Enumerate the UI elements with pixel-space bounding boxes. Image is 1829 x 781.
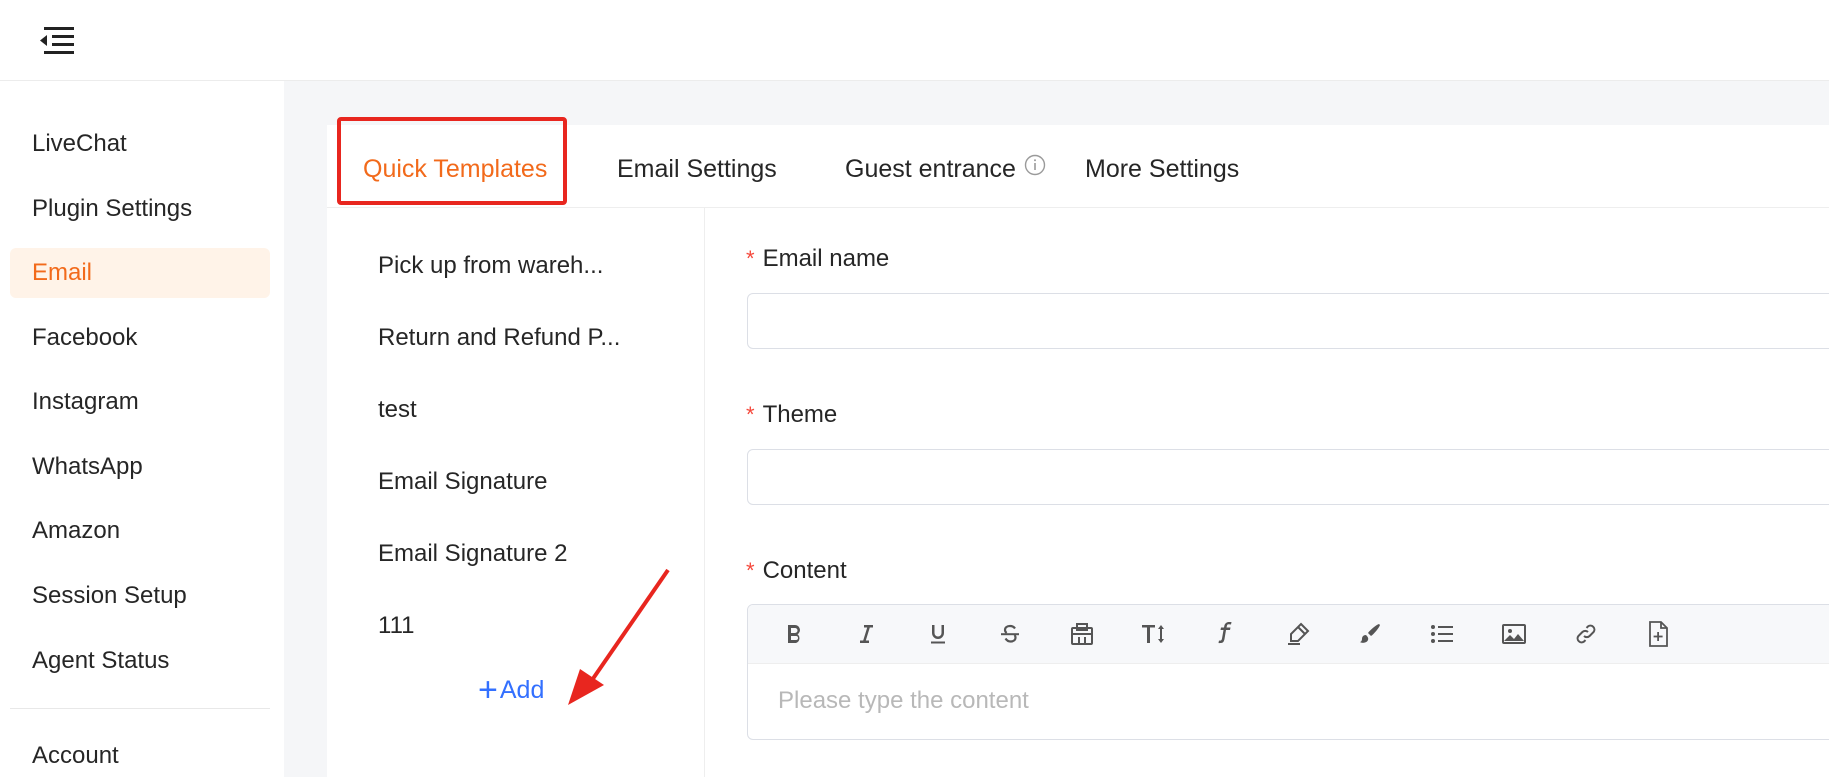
plus-icon: + xyxy=(478,671,498,709)
required-mark: * xyxy=(746,246,755,271)
menu-fold-icon[interactable] xyxy=(38,24,76,58)
sidebar-item-amazon[interactable]: Amazon xyxy=(10,506,270,556)
font-size-icon[interactable] xyxy=(1139,619,1169,649)
email-name-label: * Email name xyxy=(746,242,889,276)
sidebar-item-account[interactable]: Account xyxy=(10,731,270,781)
bullet-list-icon[interactable] xyxy=(1427,619,1457,649)
paint-format-icon[interactable] xyxy=(1067,619,1097,649)
tab-bar: Quick Templates Email Settings Guest ent… xyxy=(327,125,1829,208)
template-item[interactable]: test xyxy=(378,390,638,430)
image-icon[interactable] xyxy=(1499,619,1529,649)
email-name-input[interactable] xyxy=(747,293,1829,349)
required-mark: * xyxy=(746,402,755,427)
link-icon[interactable] xyxy=(1571,619,1601,649)
content-label: * Content xyxy=(746,554,847,588)
tab-guest-entrance[interactable]: Guest entrance xyxy=(845,149,1016,189)
tab-more-settings[interactable]: More Settings xyxy=(1085,149,1239,189)
sidebar-item-agent-status[interactable]: Agent Status xyxy=(10,636,270,686)
content-editor[interactable]: Please type the content xyxy=(747,604,1829,740)
font-family-icon[interactable] xyxy=(1211,619,1241,649)
add-template-label: Add xyxy=(499,676,545,704)
email-name-label-text: Email name xyxy=(762,245,890,272)
sidebar-item-whatsapp[interactable]: WhatsApp xyxy=(10,442,270,492)
strikethrough-icon[interactable] xyxy=(995,619,1025,649)
theme-input[interactable] xyxy=(747,449,1829,505)
template-item[interactable]: Pick up from wareh... xyxy=(378,246,638,286)
tab-email-settings[interactable]: Email Settings xyxy=(617,149,777,189)
sidebar-item-session-setup[interactable]: Session Setup xyxy=(10,571,270,621)
brush-icon[interactable] xyxy=(1355,619,1385,649)
sidebar-item-instagram[interactable]: Instagram xyxy=(10,377,270,427)
add-template-button[interactable]: + Add xyxy=(478,670,544,710)
sidebar-item-plugin-settings[interactable]: Plugin Settings xyxy=(10,184,270,234)
content-label-text: Content xyxy=(762,557,847,584)
sidebar-item-facebook[interactable]: Facebook xyxy=(10,313,270,363)
sidebar-item-email[interactable]: Email xyxy=(10,248,270,298)
template-item[interactable]: 111 xyxy=(378,606,638,646)
top-bar xyxy=(0,0,1829,81)
insert-file-icon[interactable] xyxy=(1643,619,1673,649)
editor-toolbar xyxy=(748,605,1829,664)
info-icon[interactable] xyxy=(1024,154,1046,176)
sidebar-item-livechat[interactable]: LiveChat xyxy=(10,119,270,169)
bold-icon[interactable] xyxy=(779,619,809,649)
template-item[interactable]: Email Signature xyxy=(378,462,638,502)
tab-quick-templates[interactable]: Quick Templates xyxy=(363,149,547,189)
italic-icon[interactable] xyxy=(851,619,881,649)
sidebar: LiveChat Plugin Settings Email Facebook … xyxy=(0,81,284,777)
theme-label-text: Theme xyxy=(762,401,838,428)
required-mark: * xyxy=(746,558,755,583)
theme-label: * Theme xyxy=(746,398,837,432)
template-item[interactable]: Return and Refund P... xyxy=(378,318,638,358)
sidebar-divider xyxy=(10,708,270,709)
content-placeholder: Please type the content xyxy=(778,687,1029,714)
highlight-icon[interactable] xyxy=(1283,619,1313,649)
underline-icon[interactable] xyxy=(923,619,953,649)
template-item[interactable]: Email Signature 2 xyxy=(378,534,638,574)
